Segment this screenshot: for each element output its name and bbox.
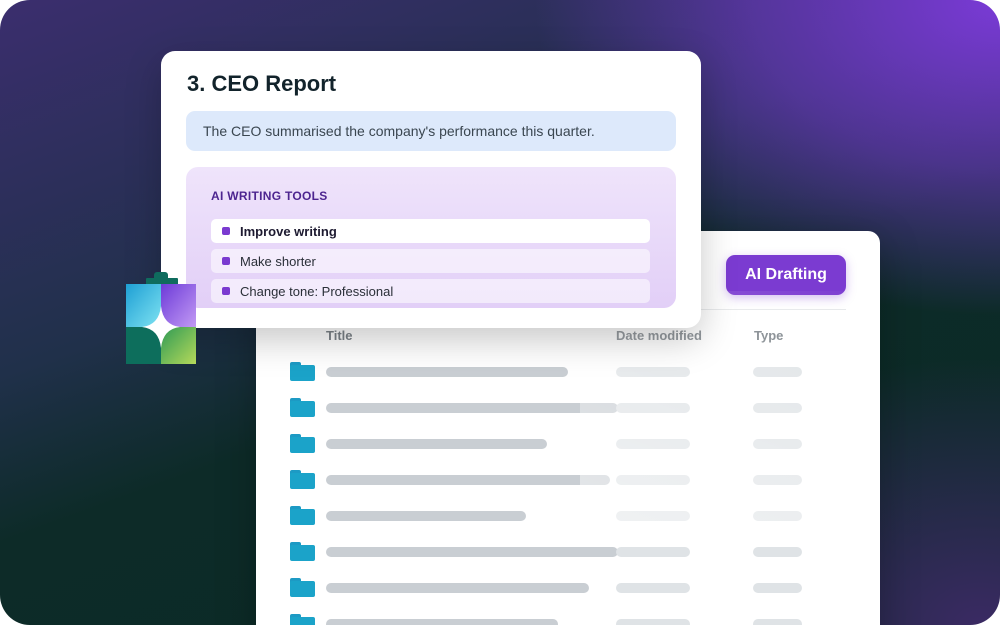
tool-improve-writing[interactable]: Improve writing	[211, 219, 650, 243]
title-placeholder	[326, 403, 618, 413]
column-header-date-modified[interactable]: Date modified	[616, 328, 702, 343]
title-placeholder	[326, 619, 558, 625]
file-row[interactable]	[256, 504, 880, 528]
title-placeholder	[326, 547, 618, 557]
folder-icon	[290, 398, 315, 417]
title-placeholder	[326, 511, 526, 521]
type-placeholder	[753, 403, 802, 413]
type-placeholder	[753, 619, 802, 625]
title-placeholder	[326, 439, 547, 449]
report-title: 3. CEO Report	[187, 71, 337, 96]
folder-icon	[290, 542, 315, 561]
brand-logo-icon	[126, 272, 196, 364]
folder-icon	[290, 578, 315, 597]
bullet-icon	[222, 227, 230, 235]
folder-icon	[290, 614, 315, 625]
folder-icon	[290, 434, 315, 453]
type-placeholder	[753, 583, 802, 593]
date-placeholder	[616, 511, 690, 521]
report-summary-text[interactable]: The CEO summarised the company's perform…	[186, 111, 676, 151]
folder-icon	[290, 362, 315, 381]
title-placeholder	[326, 475, 610, 485]
tool-make-shorter[interactable]: Make shorter	[211, 249, 650, 273]
file-row[interactable]	[256, 540, 880, 564]
date-placeholder	[616, 403, 690, 413]
type-placeholder	[753, 439, 802, 449]
folder-icon	[290, 470, 315, 489]
type-placeholder	[753, 367, 802, 377]
file-row[interactable]	[256, 396, 880, 420]
date-placeholder	[616, 583, 690, 593]
file-row[interactable]	[256, 612, 880, 625]
bullet-icon	[222, 287, 230, 295]
file-row[interactable]	[256, 432, 880, 456]
column-header-title[interactable]: Title	[326, 328, 353, 343]
folder-icon	[290, 506, 315, 525]
date-placeholder	[616, 367, 690, 377]
title-placeholder	[326, 583, 589, 593]
tool-label: Change tone: Professional	[240, 283, 394, 299]
bullet-icon	[222, 257, 230, 265]
ai-drafting-button[interactable]: AI Drafting	[726, 255, 846, 295]
date-placeholder	[616, 619, 690, 625]
tool-change-tone[interactable]: Change tone: Professional	[211, 279, 650, 303]
tool-label: Improve writing	[240, 223, 337, 239]
ceo-report-card: 3. CEO Report The CEO summarised the com…	[161, 51, 701, 328]
ai-writing-tools-heading: AI WRITING TOOLS	[211, 189, 328, 203]
type-placeholder	[753, 511, 802, 521]
date-placeholder	[616, 475, 690, 485]
column-header-type[interactable]: Type	[754, 328, 783, 343]
tool-label: Make shorter	[240, 253, 316, 269]
title-placeholder	[326, 367, 568, 377]
file-row[interactable]	[256, 468, 880, 492]
date-placeholder	[616, 439, 690, 449]
type-placeholder	[753, 475, 802, 485]
file-row[interactable]	[256, 576, 880, 600]
date-placeholder	[616, 547, 690, 557]
type-placeholder	[753, 547, 802, 557]
hero-background: AI Drafting Title Date modified Type 3. …	[0, 0, 1000, 625]
file-row[interactable]	[256, 360, 880, 384]
ai-writing-tools-menu: AI WRITING TOOLS Improve writing Make sh…	[186, 167, 676, 308]
